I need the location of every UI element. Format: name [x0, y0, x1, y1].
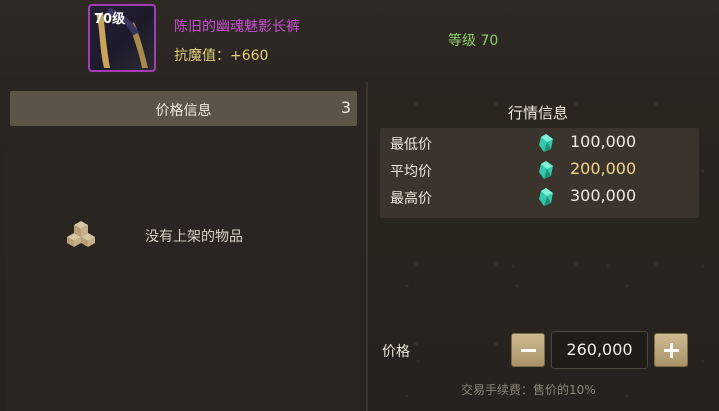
item-icon[interactable]: 70级: [88, 4, 156, 72]
market-info-box: 最低价 100,000 平均价 200,000 最高价 300,000: [380, 128, 699, 218]
item-name: 陈旧的幽魂魅影长裤: [174, 19, 300, 35]
minus-icon: [521, 349, 536, 352]
price-input[interactable]: 260,000: [551, 331, 648, 369]
trade-fee-text: 交易手续费：售价的10%: [461, 383, 596, 397]
market-info-title: 行情信息: [508, 104, 569, 122]
listing-count: 3: [340, 98, 351, 117]
gem-icon: [539, 134, 553, 152]
price-label: 价格: [382, 344, 410, 360]
gem-icon: [539, 161, 553, 179]
market-value: 300,000: [570, 186, 637, 205]
item-level: 等级 70: [448, 33, 499, 49]
market-value: 200,000: [570, 159, 637, 178]
panel-divider: [366, 82, 368, 411]
market-label: 最低价: [390, 137, 432, 153]
market-row-min: 最低价 100,000: [380, 131, 699, 157]
market-row-max: 最高价 300,000: [380, 185, 699, 211]
price-info-panel: 价格信息 3 没有上架的物品: [6, 88, 360, 411]
increase-price-button[interactable]: [654, 333, 688, 367]
empty-listing-text: 没有上架的物品: [145, 229, 243, 245]
market-value: 100,000: [570, 132, 637, 151]
market-row-avg: 平均价 200,000: [380, 158, 699, 184]
market-label: 平均价: [390, 164, 432, 180]
boxes-icon: [67, 221, 95, 247]
item-level-tag: 70级: [94, 12, 126, 27]
price-info-header: 价格信息 3: [10, 91, 357, 126]
price-info-title: 价格信息: [155, 103, 212, 119]
item-header: 70级 陈旧的幽魂魅影长裤 抗魔值：+660 等级 70: [0, 0, 719, 82]
item-stat: 抗魔值：+660: [174, 48, 269, 64]
gem-icon: [539, 188, 553, 206]
decrease-price-button[interactable]: [511, 333, 545, 367]
market-label: 最高价: [390, 191, 432, 207]
